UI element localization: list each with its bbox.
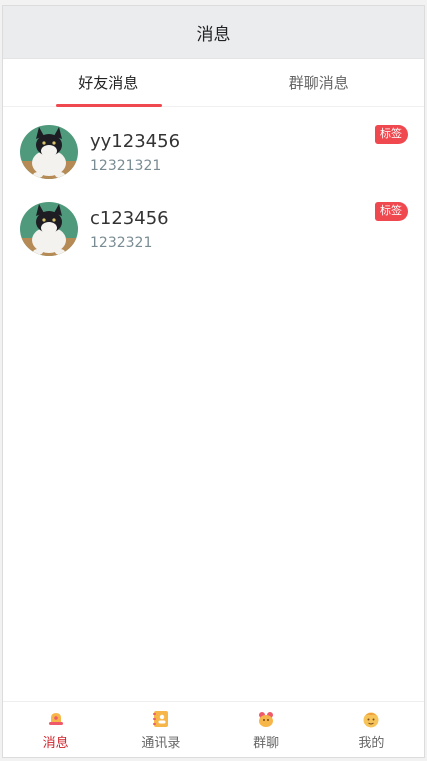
avatar [20, 124, 78, 179]
active-tab-indicator [56, 104, 162, 107]
tabbar-item-profile[interactable]: 我的 [319, 702, 424, 757]
navbar: 消息 [3, 6, 424, 59]
tab-group-messages[interactable]: 群聊消息 [214, 59, 425, 106]
message-preview: 12321321 [90, 157, 162, 174]
tag-badge: 标签 [375, 125, 408, 144]
message-bell-icon [48, 712, 63, 725]
tab-friend-messages[interactable]: 好友消息 [3, 59, 214, 107]
tag-badge: 标签 [375, 202, 408, 221]
tab-label: 群聊消息 [288, 74, 349, 92]
message-tabs: 好友消息 群聊消息 [3, 59, 424, 107]
list-item[interactable]: yy123456 12321321 标签 [3, 113, 424, 190]
app-frame: 消息 好友消息 群聊消息 yy123456 12321321 标签 c12345… [2, 5, 425, 758]
tab-label: 好友消息 [78, 74, 139, 92]
tabbar-item-group-chat[interactable]: 群聊 [214, 702, 319, 757]
group-chat-icon [259, 711, 274, 727]
message-list: yy123456 12321321 标签 c123456 1232321 标签 [3, 107, 424, 267]
profile-face-icon [363, 712, 379, 727]
tabbar-item-contacts[interactable]: 通讯录 [108, 702, 213, 757]
contact-name: yy123456 [90, 130, 181, 152]
message-info: yy123456 12321321 [90, 130, 408, 174]
tabbar-label: 我的 [358, 735, 385, 751]
tabbar-item-messages[interactable]: 消息 [3, 702, 108, 757]
contacts-book-icon [152, 710, 168, 727]
page-title: 消息 [196, 24, 231, 45]
message-info: c123456 1232321 [90, 207, 408, 251]
list-item[interactable]: c123456 1232321 标签 [3, 190, 424, 267]
bottom-tabbar: 消息 通讯录 群聊 我的 [3, 701, 424, 757]
tabbar-label: 通讯录 [141, 735, 181, 751]
contact-name: c123456 [90, 207, 169, 229]
message-preview: 1232321 [90, 234, 153, 251]
tabbar-label: 群聊 [253, 735, 280, 751]
tabbar-label: 消息 [42, 735, 69, 751]
avatar [20, 201, 78, 256]
